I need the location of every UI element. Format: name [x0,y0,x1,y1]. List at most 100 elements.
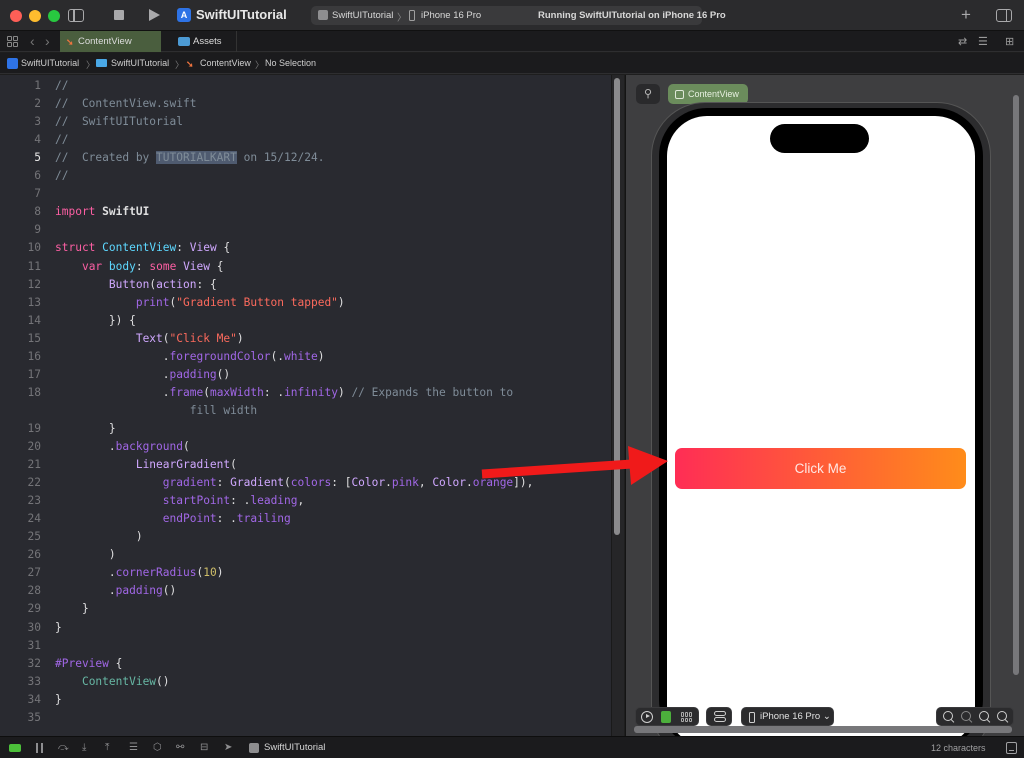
environment-overrides-icon[interactable]: ⊟ [200,742,208,754]
code-token: trailing [236,512,291,526]
scheme-selector[interactable]: SwiftUITutorial [332,10,393,21]
editor-scrollbar[interactable] [614,78,620,535]
line-number: 14 [27,313,41,327]
code-editor[interactable]: 1 // 2 // ContentView.swift 3 // SwiftUITutor… [0,75,624,736]
swap-icon[interactable]: ⇄ [958,35,967,48]
code-token: padding [169,367,217,381]
editor-options-icon[interactable]: ☰ [978,35,988,48]
pause-icon[interactable] [36,743,43,753]
code-token: // SwiftUITutorial [55,115,183,129]
panel-toggle-icon[interactable] [1006,742,1017,754]
tab-assets[interactable]: Assets [161,31,237,52]
selectable-mode-icon[interactable] [661,711,671,723]
code-token: background [115,440,183,453]
code-token: Text [135,331,163,345]
preview-tab-contentview[interactable]: ContentView [668,84,748,104]
code-token: . [385,476,392,490]
zoom-actual-size-icon[interactable] [961,711,973,723]
code-token: Color [351,476,386,490]
code-token: } [55,602,89,616]
code-token: ( [284,476,291,490]
forward-arrow-icon[interactable]: › [45,33,50,49]
code-token: { [210,259,224,273]
line-number: 6 [34,169,41,183]
swift-file-icon: ➘ [66,37,74,47]
code-token: ) [216,566,224,580]
line-code: Button(action: { [55,276,217,294]
step-over-icon[interactable]: ⤼ [58,742,69,754]
stop-icon[interactable] [114,10,124,20]
back-arrow-icon[interactable]: ‹ [30,33,35,49]
breadcrumb-item-folder[interactable]: SwiftUITutorial [111,58,169,68]
code-token: , [297,494,305,508]
code-token: some [149,259,177,273]
code-token: : [216,476,231,490]
line-code: gradient: Gradient(colors: [Color.pink, … [55,474,534,492]
code-token: } [55,421,116,435]
run-destination-selector[interactable]: iPhone 16 Pro [421,10,481,21]
canvas-horizontal-scrollbar[interactable] [634,726,1012,733]
line-code: // SwiftUITutorial [55,113,183,131]
click-me-button[interactable]: Click Me [675,448,966,489]
code-token: maxWidth [209,385,264,399]
line-number: 23 [27,494,41,508]
code-token: ( [203,385,210,399]
zoom-out-icon[interactable] [943,711,955,723]
line-number: 30 [27,620,41,634]
code-token: . [55,440,116,453]
line-code: struct ContentView: View { [55,239,230,257]
breadcrumb-item-project[interactable]: SwiftUITutorial [21,58,79,68]
related-items-icon[interactable] [7,36,18,47]
line-number: 31 [27,638,41,652]
add-icon[interactable]: + [961,5,971,25]
variants-icon[interactable] [681,712,692,722]
live-preview-icon[interactable] [641,711,653,723]
close-window-button[interactable] [10,10,22,22]
environment-icon[interactable]: ⚯ [176,742,184,754]
line-code: .background( [55,438,190,456]
add-editor-icon[interactable]: ⊞ [1005,35,1014,48]
tab-contentview[interactable]: ➘ ContentView [60,31,161,52]
line-code: // ContentView.swift [55,95,196,113]
zoom-in-icon[interactable] [997,711,1009,723]
device-selector[interactable]: iPhone 16 Pro ⌄ [741,707,834,726]
code-token: body [108,259,136,273]
code-token: ( [162,331,170,345]
breadcrumb-item-file[interactable]: ContentView [200,58,251,68]
step-into-icon[interactable]: ⤓ [82,742,86,754]
pin-preview-button[interactable]: ⚲ [636,84,660,104]
scheme-and-activity-bar[interactable]: SwiftUITutorial 〉 iPhone 16 Pro Running … [311,6,726,25]
sidebar-toggle-icon[interactable] [68,9,84,22]
memory-graph-icon[interactable]: ⬡ [153,742,162,754]
inspector-toggle-icon[interactable] [996,9,1012,22]
code-token: . [55,367,170,381]
line-number: 9 [34,223,41,237]
line-number: 15 [27,331,41,345]
canvas-vertical-scrollbar[interactable] [1013,95,1019,675]
run-icon[interactable] [149,9,160,21]
step-out-icon[interactable]: ⤒ [105,742,109,754]
debug-area-toggle-icon[interactable] [9,744,21,752]
code-token: pink [391,476,419,490]
line-code: import SwiftUI [55,203,149,221]
line-number: 19 [27,421,41,435]
minimize-window-button[interactable] [29,10,41,22]
line-code: var body: some View { [55,258,224,276]
line-code: .foregroundColor(.white) [55,348,325,366]
zoom-window-button[interactable] [48,10,60,22]
code-token: ) [337,295,345,309]
code-token: ( [182,440,190,453]
simulate-location-icon[interactable]: ➤ [224,742,232,754]
zoom-to-fit-icon[interactable] [979,711,991,723]
line-number: 4 [34,133,41,147]
code-token: }) { [55,313,136,327]
line-code: // Created by TUTORIALKART on 15/12/24. [55,149,324,167]
device-settings-button[interactable] [706,707,732,726]
phone-icon [749,712,755,723]
breadcrumb-item-selection[interactable]: No Selection [265,58,316,68]
code-token: View [183,259,211,273]
code-token: cornerRadius [115,566,197,580]
view-hierarchy-icon[interactable]: ☰ [129,742,138,754]
